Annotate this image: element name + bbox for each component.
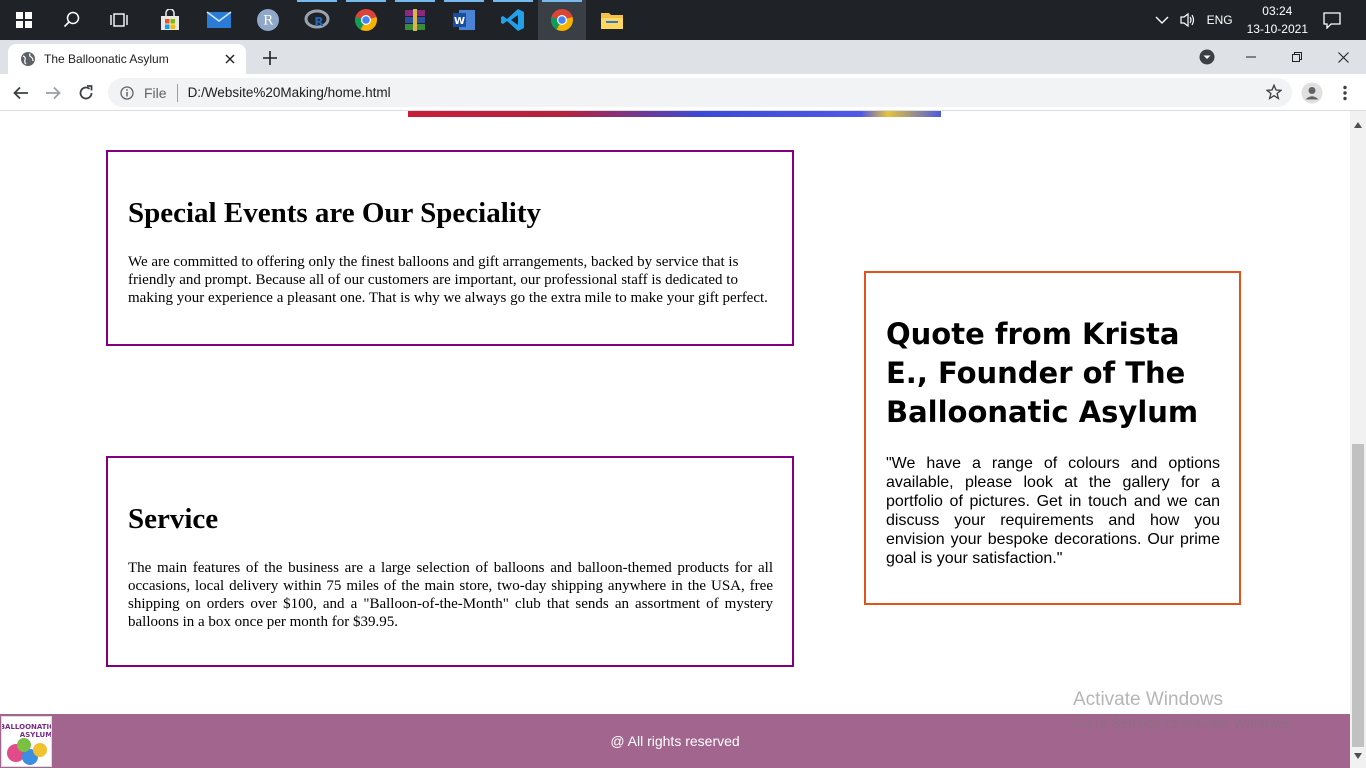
- scroll-up-arrow-icon[interactable]: [1354, 115, 1362, 133]
- close-icon: [1337, 51, 1349, 63]
- store-icon: [161, 9, 179, 30]
- specialty-text: We are committed to offering only the fi…: [128, 254, 768, 306]
- archive-icon: [405, 9, 425, 31]
- svg-text:R: R: [263, 14, 274, 29]
- arrow-right-icon: [46, 86, 61, 100]
- url-text[interactable]: D:/Website%20Making/home.html: [188, 85, 391, 100]
- svg-text:BALLOONATIC: BALLOONATIC: [2, 723, 52, 731]
- minimize-button[interactable]: [1228, 40, 1274, 74]
- close-window-button[interactable]: [1320, 40, 1366, 74]
- banner-image: [408, 111, 941, 117]
- r-app-icon: R: [257, 9, 279, 31]
- task-view-icon: [110, 13, 128, 27]
- browser-toolbar: File D:/Website%20Making/home.html: [0, 74, 1366, 111]
- word-icon: W: [453, 10, 475, 30]
- r-logo-icon: R: [304, 9, 330, 29]
- system-tray: ENG 03:24 13-10-2021: [1155, 0, 1366, 40]
- more-vertical-icon: [1343, 85, 1347, 101]
- taskbar-vscode[interactable]: [489, 0, 537, 40]
- browser-tab-strip: The Balloonatic Asylum: [0, 40, 1366, 74]
- taskbar-store[interactable]: [146, 0, 194, 40]
- plus-icon: [263, 51, 277, 65]
- footer-copyright: @ All rights reserved: [610, 733, 740, 749]
- vertical-scrollbar[interactable]: [1350, 111, 1366, 768]
- info-icon: [120, 85, 134, 100]
- windows-taskbar: R R W ENG 03:24 13-10-2021: [0, 0, 1366, 40]
- folder-icon: [601, 13, 623, 29]
- address-bar[interactable]: File D:/Website%20Making/home.html: [108, 78, 1292, 107]
- vscode-icon: [501, 9, 524, 31]
- tab-title: The Balloonatic Asylum: [44, 52, 169, 66]
- reload-icon: [79, 85, 93, 100]
- reload-button[interactable]: [72, 79, 100, 107]
- arrow-left-icon: [13, 86, 28, 100]
- start-button[interactable]: [0, 0, 48, 40]
- service-section: Service The main features of the busines…: [106, 456, 794, 667]
- taskbar-chrome[interactable]: [342, 0, 390, 40]
- taskbar-chrome-active[interactable]: [538, 0, 586, 40]
- search-button[interactable]: [48, 0, 96, 40]
- tab-search-icon: [1199, 49, 1215, 65]
- language-indicator[interactable]: ENG: [1207, 13, 1233, 27]
- new-tab-button[interactable]: [258, 46, 282, 70]
- volume-icon[interactable]: [1179, 12, 1197, 28]
- clock-time: 03:24: [1262, 4, 1293, 18]
- chrome-icon: [551, 9, 573, 31]
- clock[interactable]: 03:24 13-10-2021: [1247, 2, 1308, 38]
- quote-text: "We have a range of colours and options …: [886, 455, 1220, 567]
- taskbar-rstudio[interactable]: R: [293, 0, 341, 40]
- taskbar-r-app[interactable]: R: [244, 0, 292, 40]
- scroll-down-arrow-icon[interactable]: [1354, 746, 1362, 764]
- browser-menu-button[interactable]: [1331, 79, 1359, 107]
- file-scheme-label: File: [144, 84, 167, 101]
- tab-search-button[interactable]: [1184, 40, 1230, 74]
- page-viewport: Special Events are Our Speciality We are…: [0, 111, 1350, 768]
- svg-text:W: W: [454, 16, 465, 27]
- browser-tab[interactable]: The Balloonatic Asylum: [8, 44, 246, 74]
- back-button[interactable]: [7, 79, 35, 107]
- svg-text:R: R: [314, 15, 323, 29]
- activate-windows-watermark: Activate Windows Go to Settings to activ…: [1073, 689, 1294, 731]
- specialty-section: Special Events are Our Speciality We are…: [106, 150, 794, 346]
- scrollbar-thumb[interactable]: [1352, 444, 1364, 747]
- specialty-heading: Special Events are Our Speciality: [128, 197, 541, 229]
- service-heading: Service: [128, 503, 219, 535]
- watermark-title: Activate Windows: [1073, 689, 1223, 710]
- minimize-icon: [1246, 56, 1256, 58]
- chevron-up-icon[interactable]: [1155, 15, 1169, 25]
- site-info[interactable]: File: [120, 85, 167, 101]
- clock-date: 13-10-2021: [1246, 22, 1308, 36]
- taskbar-word[interactable]: W: [440, 0, 488, 40]
- watermark-subtitle: Go to Settings to activate Windows.: [1073, 715, 1294, 731]
- quote-heading: Quote from Krista E., Founder of The Bal…: [886, 317, 1199, 429]
- mail-icon: [206, 11, 232, 28]
- search-icon: [63, 11, 80, 28]
- task-view-button[interactable]: [96, 0, 144, 40]
- globe-icon: [20, 51, 36, 67]
- notification-icon[interactable]: [1322, 11, 1342, 29]
- address-separator: [176, 83, 178, 102]
- restore-icon: [1292, 52, 1302, 62]
- chrome-icon: [355, 9, 377, 31]
- restore-button[interactable]: [1274, 40, 1320, 74]
- profile-button[interactable]: [1298, 79, 1326, 107]
- taskbar-mail[interactable]: [195, 0, 243, 40]
- tab-close-icon[interactable]: [220, 49, 240, 69]
- service-text: The main features of the business are a …: [128, 560, 773, 630]
- quote-section: Quote from Krista E., Founder of The Bal…: [864, 271, 1241, 605]
- forward-button[interactable]: [39, 79, 67, 107]
- windows-logo-icon: [16, 12, 32, 28]
- taskbar-winrar[interactable]: [391, 0, 439, 40]
- bookmark-star-icon[interactable]: [1265, 83, 1283, 105]
- profile-avatar-icon: [1301, 82, 1323, 104]
- taskbar-file-explorer[interactable]: [588, 0, 636, 40]
